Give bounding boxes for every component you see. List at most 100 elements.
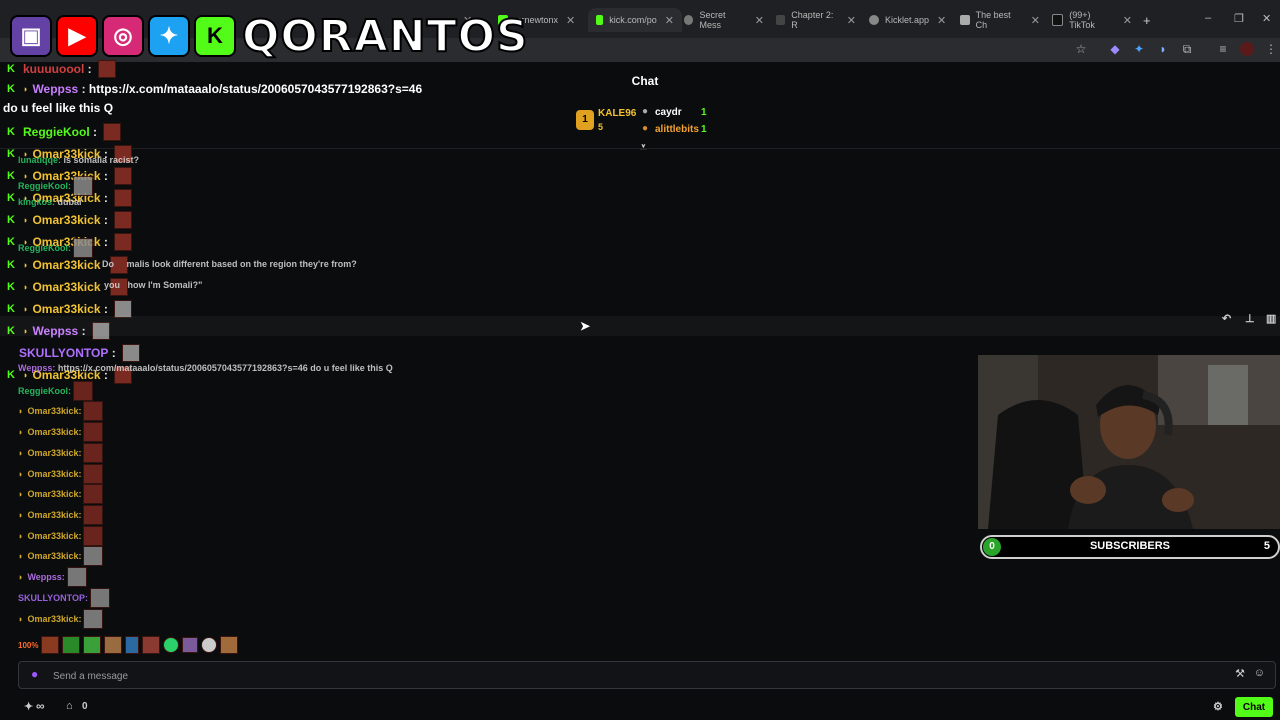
overlay-chat-line: ReggieKool: [18, 238, 93, 258]
rank-icon: ● [642, 123, 649, 134]
kick-badge-icon: K [7, 214, 15, 226]
chat-title: Chat [631, 74, 659, 88]
kick-badge-icon: K [7, 369, 15, 381]
rank-icon: ● [642, 106, 649, 117]
tiktok-tab-icon [1052, 14, 1064, 26]
chat-username[interactable]: ReggieKool [23, 125, 90, 139]
microphone-icon[interactable]: ● [31, 667, 38, 681]
tab-secret-mess[interactable]: Secret Mess ✕ [684, 8, 764, 32]
chat-link[interactable]: https://x.com/mataaalo/status/2006057043… [89, 82, 422, 96]
delete-icon[interactable]: ▥ [1266, 312, 1276, 325]
store-icon[interactable]: ⌂ [66, 700, 73, 712]
tab-tiktok[interactable]: (99+) TikTok ✕ [1052, 8, 1132, 32]
settings-gear-icon[interactable]: ⚙ [1213, 700, 1223, 713]
chat-username[interactable]: Omar33kick [32, 302, 100, 316]
close-window-icon[interactable]: ✕ [1262, 12, 1271, 25]
extension-icon[interactable]: ◆ [1108, 42, 1122, 56]
emote[interactable] [62, 636, 81, 654]
chat-username[interactable]: Omar33kick [32, 280, 100, 294]
kicklet-tab-icon [869, 15, 879, 25]
leaderboard-name: alittlebits [655, 124, 699, 135]
chat-username[interactable]: Weppss [32, 82, 78, 96]
banana-badge-icon: ◗ [23, 282, 29, 292]
instagram-icon: ◎ [102, 15, 144, 57]
chat-message[interactable]: K ReggieKool : [5, 123, 122, 141]
emote[interactable] [41, 636, 60, 654]
overlay-chat-line: ◗ Omar33kick: [18, 546, 104, 566]
chat-message[interactable]: K ◗ Omar33kick : [5, 211, 132, 229]
emote [103, 123, 122, 141]
hovered-message-row[interactable] [0, 316, 1280, 336]
banana-badge-icon: ◗ [23, 304, 29, 314]
kick-badge-icon: K [7, 281, 15, 293]
tab-kick-active[interactable]: kick.com/po ✕ [588, 8, 682, 32]
tab-close-icon[interactable]: ✕ [937, 14, 946, 27]
minimize-icon[interactable]: – [1205, 12, 1211, 24]
leaderboard-amount: 1 [701, 107, 707, 118]
reply-icon[interactable]: ↶ [1222, 312, 1231, 325]
emote[interactable] [201, 637, 218, 653]
globe-tab-icon [684, 15, 694, 25]
overlay-chat-line: ◗ Weppss: [18, 567, 87, 587]
browser-menu-icon[interactable]: ⋮ [1264, 42, 1278, 56]
kick-badge-icon: K [7, 303, 15, 315]
extension-icon[interactable]: ◗ [1156, 42, 1170, 56]
chat-message[interactable]: K ◗ Weppss : https://x.com/mataaalo/status… [5, 82, 422, 96]
extensions-puzzle-icon[interactable]: ⧉ [1180, 42, 1194, 56]
tab-close-icon[interactable]: ✕ [1123, 14, 1132, 27]
tab-chapter-2[interactable]: Chapter 2: R ✕ [776, 8, 856, 32]
crown-tab-icon [776, 15, 786, 25]
stream-logo-overlay: ▣ ▶ ◎ ✦ K QORANTOS [10, 6, 529, 66]
send-chat-button[interactable]: Chat [1235, 697, 1273, 717]
twitch-icon: ▣ [10, 15, 52, 57]
chat-username[interactable]: Omar33kick [32, 213, 100, 227]
chat-username[interactable]: kuuuuoool [23, 62, 84, 76]
tab-close-icon[interactable]: ✕ [566, 14, 575, 27]
restore-icon[interactable]: ❐ [1234, 12, 1244, 25]
emote-100[interactable]: 100% [18, 641, 38, 650]
chat-username[interactable]: SKULLYONTOP [19, 346, 108, 360]
overlay-chat-line: ◗ Omar33kick: [18, 464, 104, 484]
profile-avatar-icon[interactable] [1240, 42, 1254, 56]
emote[interactable] [104, 636, 123, 654]
extension-icon[interactable]: ✦ [1132, 42, 1146, 56]
emote[interactable] [142, 636, 161, 654]
subscriber-label: SUBSCRIBERS [1089, 540, 1171, 552]
tab-close-icon[interactable]: ✕ [665, 14, 674, 27]
chat-input[interactable] [51, 666, 1205, 686]
bookmark-star-icon[interactable]: ☆ [1074, 42, 1088, 56]
tab-close-icon[interactable]: ✕ [847, 14, 856, 27]
twitter-icon: ✦ [148, 15, 190, 57]
chat-message[interactable]: SKULLYONTOP : [19, 344, 140, 362]
emoji-icon[interactable]: ☺ [1254, 667, 1265, 679]
leaderboard-first-name: KALE96 [598, 108, 637, 119]
pin-icon[interactable]: ⊥ [1245, 312, 1255, 325]
overlay-chat-line: Weppss: https://x.com/mataaalo/status/20… [18, 363, 393, 373]
kick-badge-icon: K [7, 148, 15, 160]
kick-badge-icon: K [7, 83, 15, 95]
command-icon[interactable]: ⚒ [1235, 667, 1245, 680]
emote[interactable] [182, 637, 199, 653]
new-tab-button[interactable]: + [1143, 8, 1151, 32]
tab-close-icon[interactable]: ✕ [1031, 14, 1040, 27]
media-control-icon[interactable]: ≡ [1216, 42, 1230, 56]
subscriber-goal-bar: 0 SUBSCRIBERS 5 [980, 535, 1280, 559]
emote[interactable] [163, 637, 180, 653]
chat-username[interactable]: Omar33kick [32, 258, 100, 272]
emote[interactable] [83, 636, 102, 654]
kick-badge-icon: K [7, 170, 15, 182]
emote[interactable] [220, 636, 239, 654]
tab-kicklet[interactable]: Kicklet.app ✕ [869, 8, 949, 32]
chat-message[interactable]: Kkuuuuoool : [5, 60, 116, 78]
emote [97, 60, 116, 78]
kick-badge-icon: K [7, 192, 15, 204]
tab-close-icon[interactable]: ✕ [755, 14, 764, 27]
chat-message-text: do u feel like this Q [3, 101, 114, 115]
kick-badge-icon: K [7, 63, 15, 75]
divider [0, 148, 1280, 149]
webcam-image [978, 355, 1280, 529]
drop-icon[interactable]: ✦ [24, 700, 33, 713]
tab-best-chat[interactable]: The best Ch ✕ [960, 8, 1040, 32]
emote[interactable] [125, 636, 140, 654]
infinity-label: ∞ [36, 699, 45, 713]
